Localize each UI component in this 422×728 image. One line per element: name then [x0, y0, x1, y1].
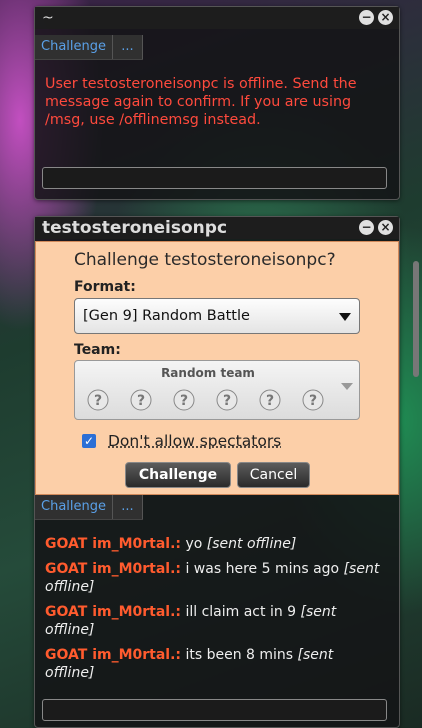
pokeball-placeholder-icon: ? [130, 389, 152, 411]
cancel-button[interactable]: Cancel [237, 462, 310, 488]
team-label: Team: [74, 342, 121, 358]
minimize-icon[interactable]: − [359, 10, 374, 25]
offline-warning: User testosteroneisonpc is offline. Send… [45, 76, 357, 128]
svg-text:?: ? [94, 393, 102, 409]
spectators-label[interactable]: Don't allow spectators [108, 432, 281, 450]
svg-text:?: ? [266, 393, 274, 409]
window-title: ~ [42, 10, 54, 26]
pokeball-placeholder-icon: ? [302, 389, 324, 411]
challenge-heading: Challenge testosteroneisonpc? [74, 250, 336, 270]
svg-text:?: ? [309, 393, 317, 409]
chat-username[interactable]: GOAT im_M0rtal.: [45, 647, 181, 663]
chat-message: GOAT im_M0rtal.: yo [sent offline] [45, 535, 381, 553]
chat-message: GOAT im_M0rtal.: ill claim act in 9 [sen… [45, 603, 381, 639]
close-icon[interactable]: × [378, 220, 393, 235]
pokeball-placeholder-icon: ? [259, 389, 281, 411]
pm-window-top: ~ − × Challenge ... User testosteroneiso… [34, 6, 400, 200]
chat-text: ill claim act in 9 [185, 604, 297, 620]
chat-username[interactable]: GOAT im_M0rtal.: [45, 604, 181, 620]
chat-text: i was here 5 mins ago [185, 561, 340, 577]
chat-message: GOAT im_M0rtal.: its been 8 mins [sent o… [45, 646, 381, 682]
tab-more[interactable]: ... [113, 495, 143, 519]
message-input[interactable] [42, 699, 387, 721]
tab-bar: Challenge ... [35, 495, 143, 520]
chevron-down-icon [341, 383, 353, 390]
format-select[interactable]: [Gen 9] Random Battle [74, 298, 360, 334]
challenge-panel: Challenge testosteroneisonpc? Format: [G… [35, 241, 399, 495]
offline-tag: [sent offline] [206, 536, 297, 552]
title-bar: ~ − × [35, 7, 399, 29]
pokeball-placeholder-icon: ? [87, 389, 109, 411]
format-value: [Gen 9] Random Battle [83, 308, 250, 324]
scrollbar-thumb[interactable] [413, 261, 419, 377]
tab-more[interactable]: ... [113, 35, 143, 59]
tab-bar: Challenge ... [35, 35, 143, 60]
svg-text:?: ? [137, 393, 145, 409]
pm-window-challenge: testosteroneisonpc − × Challenge testost… [34, 216, 419, 728]
chat-message: GOAT im_M0rtal.: i was here 5 mins ago [… [45, 560, 381, 596]
tab-challenge[interactable]: Challenge [35, 495, 113, 519]
pokeball-placeholder-icon: ? [216, 389, 238, 411]
svg-text:?: ? [180, 393, 188, 409]
window-title: testosteroneisonpc [42, 218, 228, 238]
message-input[interactable] [42, 167, 387, 189]
chat-username[interactable]: GOAT im_M0rtal.: [45, 561, 181, 577]
chat-username[interactable]: GOAT im_M0rtal.: [45, 536, 181, 552]
challenge-button[interactable]: Challenge [125, 462, 231, 488]
pokeball-placeholder-icon: ? [173, 389, 195, 411]
minimize-icon[interactable]: − [359, 220, 374, 235]
chevron-down-icon [339, 313, 351, 321]
chat-text: its been 8 mins [185, 647, 294, 663]
tab-challenge[interactable]: Challenge [35, 35, 113, 59]
chat-text: yo [185, 536, 203, 552]
svg-text:?: ? [223, 393, 231, 409]
chat-log: GOAT im_M0rtal.: yo [sent offline] GOAT … [45, 535, 381, 689]
team-value: Random team [161, 366, 255, 380]
format-label: Format: [74, 279, 136, 295]
team-select[interactable]: Random team ? ? ? ? ? ? [74, 360, 360, 420]
close-icon[interactable]: × [378, 10, 393, 25]
title-bar: testosteroneisonpc − × [35, 217, 399, 239]
spectators-checkbox[interactable]: ✓ [82, 434, 96, 448]
